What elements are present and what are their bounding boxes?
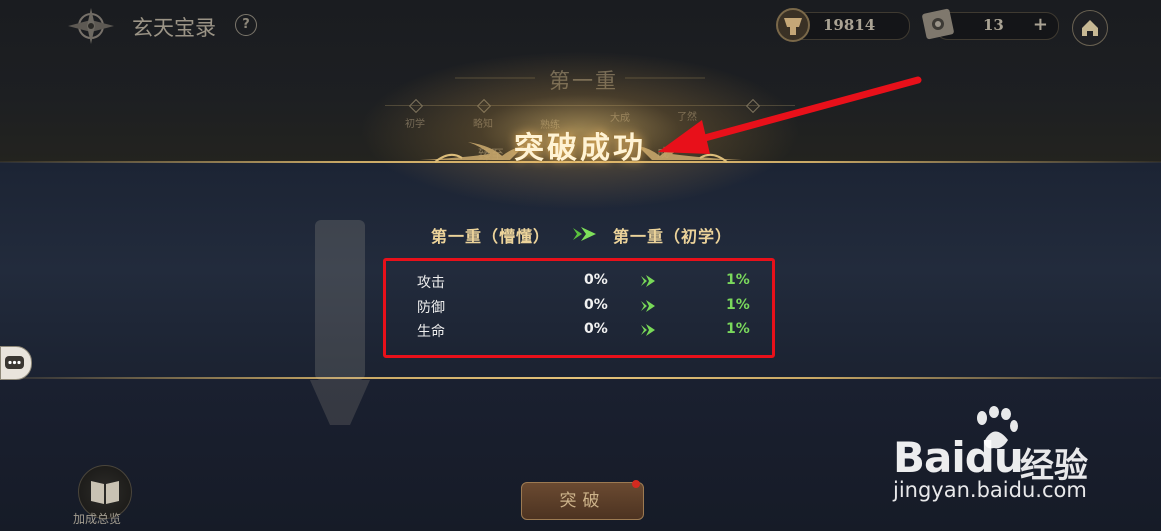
- notification-dot: [632, 480, 640, 488]
- stat-label-attack: 攻击: [417, 275, 445, 291]
- to-level: 第一重（初学）: [613, 227, 733, 246]
- stage-marker: [408, 98, 424, 114]
- breakthrough-success-title: 突破成功: [514, 131, 646, 166]
- stat-label-defense: 防御: [417, 300, 445, 316]
- home-button[interactable]: [1072, 10, 1108, 46]
- chat-button[interactable]: [0, 346, 32, 380]
- resource-1-value: 19814: [823, 16, 876, 34]
- from-level: 第一重（懵懂）: [431, 227, 551, 246]
- breakthrough-button[interactable]: 突破: [521, 482, 644, 520]
- chat-icon: [5, 356, 24, 369]
- stat-arrow-icon: [641, 275, 655, 287]
- home-icon: [1082, 20, 1098, 36]
- stat-arrow-icon: [641, 324, 655, 336]
- add-resource-button[interactable]: +: [1033, 14, 1048, 35]
- stat-old-defense: 0%: [584, 297, 608, 313]
- help-button[interactable]: ?: [235, 14, 257, 36]
- bonus-overview-label: 加成总览: [73, 512, 122, 526]
- watermark-url: jingyan.baidu.com: [893, 478, 1087, 502]
- stat-old-health: 0%: [584, 321, 608, 337]
- stage-label: 初学: [405, 119, 425, 130]
- annotation-arrow: [658, 76, 922, 154]
- stage-marker: [476, 98, 492, 114]
- stat-new-defense: 1%: [726, 297, 750, 313]
- stage-label: 大成: [610, 113, 630, 124]
- scroll-icon: [922, 8, 954, 40]
- level-arrow-icon: [573, 227, 596, 241]
- stat-old-attack: 0%: [584, 272, 608, 288]
- stage-label: 略知: [473, 119, 493, 130]
- compass-logo-icon: [68, 8, 114, 44]
- stat-arrow-icon: [641, 300, 655, 312]
- dialog-bottom-border: [0, 377, 1161, 379]
- resource-2-value: 13: [983, 16, 1004, 34]
- page-title: 玄天宝录: [132, 16, 216, 40]
- stat-new-attack: 1%: [726, 272, 750, 288]
- watermark-brand: Baidu: [893, 433, 1024, 482]
- stat-label-health: 生命: [417, 324, 445, 340]
- background-scroll-decoration: [310, 220, 370, 425]
- stat-new-health: 1%: [726, 321, 750, 337]
- token-icon: [776, 8, 810, 42]
